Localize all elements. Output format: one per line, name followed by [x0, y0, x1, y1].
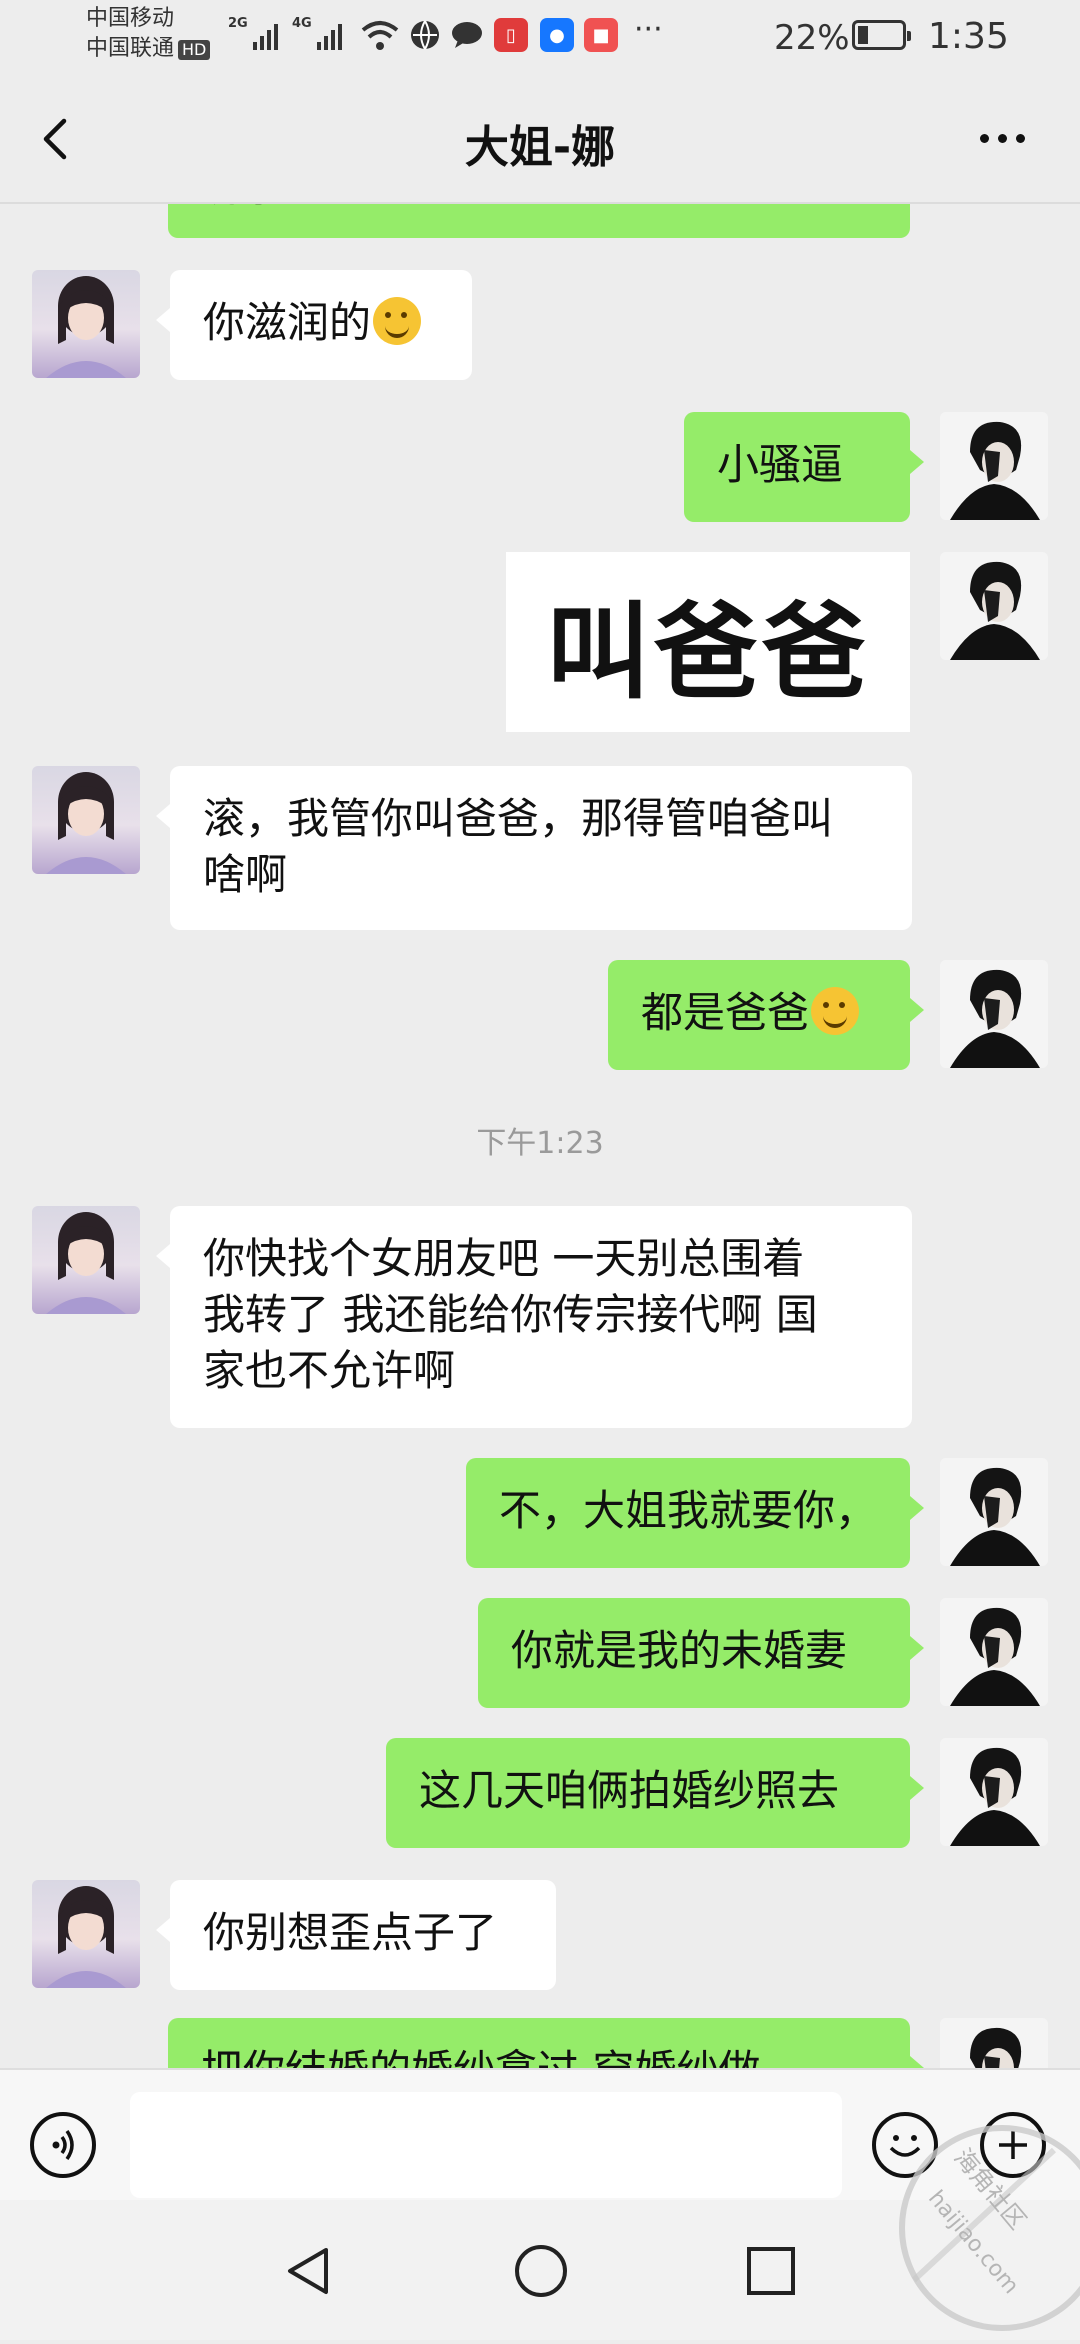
- hd-badge: HD: [178, 40, 211, 60]
- carrier-1: 中国移动: [86, 6, 175, 31]
- message-icon: [452, 22, 482, 48]
- self-photo-icon: [940, 412, 1048, 520]
- status-bar: 中国移动 中国联通 HD 2G 4G ▯ ● ■ ··· 22% 1:35: [0, 0, 1080, 75]
- avatar-self[interactable]: [940, 552, 1048, 660]
- book-app-icon: ▯: [494, 18, 528, 52]
- self-photo-icon: [940, 552, 1048, 660]
- huawei-app-icon: ■: [584, 18, 618, 52]
- message-bubble-contact[interactable]: 你快找个女朋友吧 一天别总围着 我转了 我还能给你传宗接代啊 国 家也不允许啊: [156, 1206, 912, 1428]
- time-divider: 下午1:23: [476, 1126, 604, 1161]
- message-bubble-self[interactable]: 这几天咱俩拍婚纱照去: [386, 1738, 924, 1848]
- emoji-icon: [373, 297, 422, 345]
- message-bubble-self[interactable]: 你就是我的未婚妻: [478, 1598, 924, 1708]
- self-photo-icon: [940, 960, 1048, 1068]
- avatar-self[interactable]: [940, 1458, 1048, 1566]
- self-photo-icon: [940, 2018, 1048, 2068]
- more-notifications-icon: ···: [634, 12, 663, 47]
- signal-4g-icon: 4G: [292, 16, 342, 50]
- avatar-contact[interactable]: [32, 1206, 140, 1314]
- bulb-app-icon: ●: [540, 18, 574, 52]
- contact-photo-icon: [46, 1212, 126, 1314]
- message-bubble-self[interactable]: 都是爸爸: [608, 960, 924, 1070]
- avatar-self[interactable]: [940, 1598, 1048, 1706]
- emoji-picker-icon[interactable]: [872, 2112, 938, 2178]
- avatar-contact[interactable]: [32, 270, 140, 378]
- voice-icon[interactable]: [30, 2112, 96, 2178]
- clock: 1:35: [928, 16, 1009, 57]
- sticker-message[interactable]: 叫爸爸: [506, 552, 910, 732]
- message-bubble-self[interactable]: 不，大姐我就要你，: [466, 1458, 924, 1568]
- nav-home-icon[interactable]: [512, 2242, 570, 2300]
- message-bubble-self[interactable]: 嗨宁: [168, 204, 910, 238]
- add-more-icon[interactable]: [980, 2112, 1046, 2178]
- chat-header: 大姐-娜: [0, 75, 1080, 204]
- battery-icon: [852, 20, 911, 50]
- avatar-self[interactable]: [940, 412, 1048, 520]
- input-bar: [0, 2068, 1080, 2202]
- avatar-self[interactable]: [940, 1738, 1048, 1846]
- globe-icon: [411, 20, 439, 50]
- carrier-info: 中国移动 中国联通 HD: [86, 4, 211, 64]
- carrier-2: 中国联通: [86, 36, 175, 61]
- avatar-contact[interactable]: [32, 766, 140, 874]
- contact-photo-icon: [46, 1886, 126, 1988]
- system-nav-bar: [0, 2200, 1080, 2340]
- nav-back-icon[interactable]: [282, 2244, 336, 2298]
- battery-percent: 22%: [774, 18, 850, 58]
- message-bubble-self[interactable]: 把你结婚的婚纱拿过 穿婚纱做: [168, 2018, 924, 2068]
- message-bubble-contact[interactable]: 滚，我管你叫爸爸，那得管咱爸叫 啥啊: [156, 766, 912, 930]
- message-bubble-contact[interactable]: 你别想歪点子了: [156, 1880, 556, 1990]
- nav-recents-icon[interactable]: [744, 2244, 798, 2298]
- message-input[interactable]: [130, 2092, 842, 2198]
- contact-photo-icon: [46, 276, 126, 378]
- self-photo-icon: [940, 1458, 1048, 1566]
- message-bubble-self[interactable]: 小骚逼: [684, 412, 924, 522]
- emoji-icon: [811, 987, 860, 1035]
- more-options-icon[interactable]: [972, 113, 1032, 163]
- self-photo-icon: [940, 1598, 1048, 1706]
- message-list[interactable]: 嗨宁 你滋润的 小骚逼 叫爸爸: [0, 204, 1080, 2068]
- wifi-icon: [361, 21, 399, 50]
- self-photo-icon: [940, 1738, 1048, 1846]
- avatar-self[interactable]: [940, 960, 1048, 1068]
- message-bubble-contact[interactable]: 你滋润的: [156, 270, 472, 380]
- chat-title: 大姐-娜: [464, 122, 616, 173]
- contact-photo-icon: [46, 772, 126, 874]
- avatar-self[interactable]: [940, 2018, 1048, 2068]
- avatar-contact[interactable]: [32, 1880, 140, 1988]
- signal-2g-icon: 2G: [228, 16, 278, 50]
